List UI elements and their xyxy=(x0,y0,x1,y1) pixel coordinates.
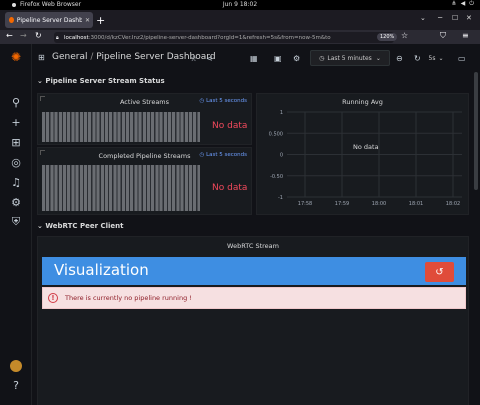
user-avatar[interactable] xyxy=(10,360,22,372)
refresh-interval-label: 5s xyxy=(428,54,436,62)
running-avg-graph: 1 0.500 0 -0.50 -1 17:58 17:59 18:00 18:01 18:02 xyxy=(269,110,462,207)
zoom-level[interactable]: 120% xyxy=(377,33,398,41)
y-tick-label: -0.50 xyxy=(270,174,283,180)
dashboard-grid-icon: ⊞ xyxy=(38,53,45,62)
x-tick-label: 17:58 xyxy=(298,201,312,207)
power-icon[interactable]: ⏻ xyxy=(469,0,474,8)
grafana-sidebar: ✺ ⚲ + ⊞ ◎ ♫ ⚙ ⛨ ? xyxy=(0,44,32,405)
browser-tab-strip: Pipeline Server Dashboard ✕ + ⌄ ─ ☐ ✕ xyxy=(0,10,480,30)
browser-nav-bar: ← → ↻ 🔒︎ localhost:3000/d/kzCVer.Inz2/pi… xyxy=(0,30,480,44)
tab-pipeline-dashboard[interactable]: Pipeline Server Dashboard ✕ xyxy=(5,12,93,28)
forward-icon[interactable]: → xyxy=(20,31,27,40)
dashboards-grid-icon[interactable]: ⊞ xyxy=(9,135,23,149)
y-tick-label: 0.500 xyxy=(269,131,283,137)
x-tick-label: 18:00 xyxy=(372,201,386,207)
alert-circle-icon: ! xyxy=(48,293,58,303)
stream-status-bars xyxy=(42,112,200,142)
row-stream-status[interactable]: ⌄ Pipeline Server Stream Status xyxy=(37,77,165,85)
create-plus-icon[interactable]: + xyxy=(9,115,23,129)
list-tabs-icon[interactable]: ⌄ xyxy=(420,14,426,22)
close-window-icon[interactable]: ✕ xyxy=(466,14,472,22)
clock-icon: ◷ xyxy=(319,54,325,62)
add-panel-icon[interactable]: ▦ xyxy=(250,54,258,63)
url-host: localhost xyxy=(64,34,89,41)
folder-name[interactable]: General xyxy=(52,52,87,62)
panel-time-override: ◷ Last 5 seconds xyxy=(200,152,248,158)
alerting-bell-icon[interactable]: ♫ xyxy=(9,175,23,189)
chevron-down-icon: ⌄ xyxy=(375,54,381,62)
url-path: :3000/d/kzCVer.Inz2/pipeline-server-dash… xyxy=(88,34,331,41)
volume-icon[interactable]: ◀ xyxy=(461,0,466,8)
configuration-gear-icon[interactable]: ⚙ xyxy=(9,195,23,209)
os-top-bar: Firefox Web Browser Jun 9 18:02 ⋔ ◀ ⏻ xyxy=(0,0,480,10)
y-tick-label: -1 xyxy=(278,195,283,201)
zoom-out-icon[interactable]: ⊖ xyxy=(396,54,403,63)
y-tick-label: 0 xyxy=(280,153,283,159)
url-bar[interactable]: 🔒︎ localhost:3000/d/kzCVer.Inz2/pipeline… xyxy=(54,32,394,43)
refresh-interval-picker[interactable]: 5s ⌄ xyxy=(422,50,450,66)
vertical-scrollbar[interactable] xyxy=(474,72,478,190)
menu-icon[interactable]: ≡ xyxy=(462,31,469,40)
panel-active-streams[interactable]: Active Streams ◷ Last 5 seconds No data xyxy=(37,93,252,145)
back-icon[interactable]: ← xyxy=(6,31,13,40)
time-override-label: Last 5 seconds xyxy=(206,152,247,158)
x-tick-label: 18:01 xyxy=(409,201,423,207)
grafana-favicon-icon xyxy=(9,17,14,23)
alert-message: There is currently no pipeline running ! xyxy=(65,294,192,302)
refresh-icon[interactable]: ↻ xyxy=(414,54,421,63)
new-tab-button[interactable]: + xyxy=(96,14,105,27)
panel-time-override: ◷ Last 5 seconds xyxy=(200,98,248,104)
maximize-icon[interactable]: ☐ xyxy=(452,14,458,22)
bookmark-star-icon[interactable]: ☆ xyxy=(401,31,408,40)
pocket-icon[interactable]: ⛉ xyxy=(440,31,446,41)
x-tick-label: 18:02 xyxy=(446,201,460,207)
settings-gear-icon[interactable]: ⚙ xyxy=(293,54,300,63)
stream-status-bars xyxy=(42,165,200,211)
help-icon[interactable]: ? xyxy=(9,378,23,392)
no-data-label: No data xyxy=(212,121,248,131)
explore-compass-icon[interactable]: ◎ xyxy=(9,155,23,169)
dashboard-title[interactable]: Pipeline Server Dashboard xyxy=(96,52,215,62)
share-icon[interactable]: ⋖ xyxy=(206,54,213,63)
no-data-label: No data xyxy=(212,183,248,193)
star-icon[interactable]: ☆ xyxy=(190,54,197,63)
clock[interactable]: Jun 9 18:02 xyxy=(0,1,480,8)
time-override-label: Last 5 seconds xyxy=(206,98,247,104)
row-title: Pipeline Server Stream Status xyxy=(45,77,165,85)
x-tick-label: 17:59 xyxy=(335,201,349,207)
visualization-title: Visualization xyxy=(54,261,149,279)
dashboard-header: ⊞ General / Pipeline Server Dashboard ☆ … xyxy=(32,44,480,72)
reload-icon[interactable]: ↻ xyxy=(35,31,42,40)
network-icon[interactable]: ⋔ xyxy=(452,0,457,8)
tv-mode-icon[interactable]: ▭ xyxy=(458,54,466,63)
tab-title: Pipeline Server Dashboard xyxy=(16,16,82,24)
close-tab-icon[interactable]: ✕ xyxy=(85,17,90,24)
reload-stream-button[interactable]: ↺ xyxy=(425,262,454,282)
chevron-down-icon: ⌄ xyxy=(438,54,444,62)
row-title: WebRTC Peer Client xyxy=(45,222,124,230)
search-icon[interactable]: ⚲ xyxy=(9,95,23,109)
panel-running-avg[interactable]: Running Avg 1 0.500 0 -0.50 -1 17:58 17:59 18:0… xyxy=(256,93,469,215)
server-admin-shield-icon[interactable]: ⛨ xyxy=(9,215,23,229)
y-tick-label: 1 xyxy=(280,110,283,116)
panel-title[interactable]: WebRTC Stream xyxy=(38,242,468,250)
save-icon[interactable]: ▣ xyxy=(274,54,282,63)
panel-completed-streams[interactable]: Completed Pipeline Streams ◷ Last 5 seco… xyxy=(37,147,252,215)
error-alert: ! There is currently no pipeline running… xyxy=(42,287,466,309)
reload-icon: ↺ xyxy=(435,266,444,278)
lock-icon: 🔒︎ xyxy=(56,34,59,41)
grafana-logo-icon[interactable]: ✺ xyxy=(9,50,23,64)
minimize-icon[interactable]: ─ xyxy=(438,14,442,22)
visualization-header: Visualization ↺ xyxy=(42,257,466,285)
row-webrtc[interactable]: ⌄ WebRTC Peer Client xyxy=(37,222,124,230)
time-range-label: Last 5 minutes xyxy=(327,54,372,62)
no-data-label: No data xyxy=(353,143,379,151)
time-range-picker[interactable]: ◷ Last 5 minutes ⌄ xyxy=(310,50,390,66)
